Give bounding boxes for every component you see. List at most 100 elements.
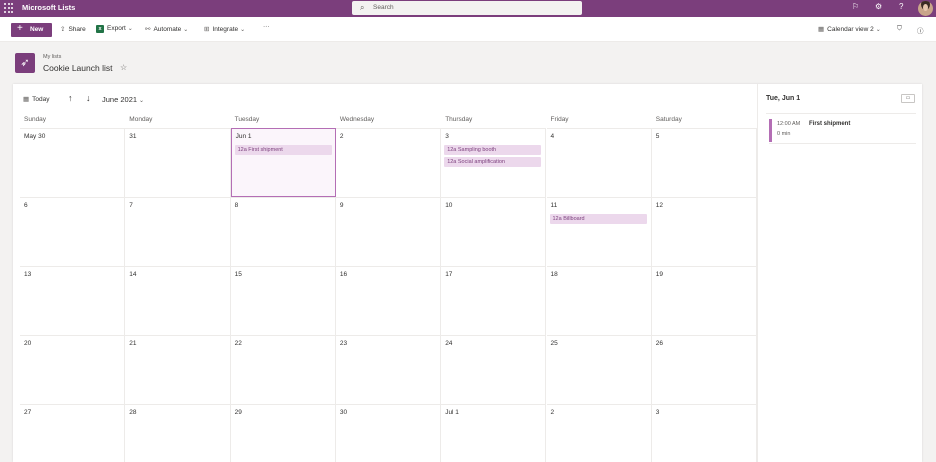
calendar-day-cell[interactable]: 11 12a Billboard <box>546 197 652 266</box>
day-number: 30 <box>339 409 348 416</box>
calendar-day-cell[interactable]: 9 <box>335 197 442 266</box>
export-button[interactable]: x Export ⌄ <box>96 25 133 33</box>
calendar-day-cell[interactable]: 16 <box>335 266 442 335</box>
app-name[interactable]: Microsoft Lists <box>22 3 75 12</box>
calendar-day-cell[interactable]: 10 <box>441 197 547 266</box>
calendar-day-cell[interactable]: 27 <box>20 404 126 462</box>
calendar-day-cell[interactable]: 28 <box>125 404 231 462</box>
weekday-header: Monday <box>125 114 230 128</box>
weekday-header: Sunday <box>20 114 125 128</box>
day-number: 28 <box>129 409 137 416</box>
settings-gear-icon[interactable]: ⚙ <box>875 2 882 11</box>
calendar-day-cell[interactable]: 13 <box>20 266 126 335</box>
integrate-button[interactable]: ⊞ Integrate ⌄ <box>204 25 245 33</box>
calendar-day-cell[interactable]: 31 <box>125 128 231 197</box>
calendar-day-cell[interactable]: 12 <box>651 197 758 266</box>
day-number: 2 <box>550 409 555 416</box>
new-button[interactable]: + New <box>11 23 52 37</box>
weekday-header: Wednesday <box>336 114 441 128</box>
weekday-label: Sunday <box>24 116 47 123</box>
calendar-day-cell[interactable]: 21 <box>125 335 231 404</box>
calendar-day-cell[interactable]: 18 <box>546 266 652 335</box>
day-number: 9 <box>339 202 344 209</box>
day-number: 4 <box>550 133 555 140</box>
share-button[interactable]: ⇪ Share <box>60 25 86 33</box>
day-number: 17 <box>445 271 453 278</box>
event-title: First shipment <box>809 121 851 127</box>
calendar-day-cell[interactable]: Jun 1 12a First shipment <box>230 128 336 197</box>
weekday-header: Tuesday <box>231 114 336 128</box>
calendar-day-cell[interactable]: 26 <box>651 335 758 404</box>
calendar-day-cell[interactable]: 2 <box>335 128 442 197</box>
day-number: 31 <box>129 133 137 140</box>
breadcrumb[interactable]: My lists <box>43 54 61 60</box>
calendar-day-cell[interactable]: 2 <box>546 404 652 462</box>
calendar-card: ▦ Today ↑ ↓ June 2021 ⌄ Sunday Monday Tuesda… <box>13 84 922 462</box>
calendar-day-cell[interactable]: 15 <box>230 266 336 335</box>
calendar-event[interactable]: 12a First shipment <box>234 145 332 155</box>
day-number: 23 <box>339 340 348 347</box>
calendar-day-cell[interactable]: 4 <box>546 128 652 197</box>
day-number: 3 <box>655 409 660 416</box>
weekday-label: Thursday <box>445 116 473 123</box>
more-button[interactable]: ··· <box>263 23 270 30</box>
favorite-star-icon[interactable]: ☆ <box>120 63 127 72</box>
calendar-day-cell[interactable]: 5 <box>651 128 758 197</box>
avatar[interactable] <box>918 1 933 16</box>
day-number: 8 <box>234 202 239 209</box>
day-number: 16 <box>339 271 348 278</box>
calendar-day-cell[interactable]: 22 <box>230 335 336 404</box>
search-box[interactable]: ⌕ Search <box>352 1 582 15</box>
calendar-day-cell[interactable]: 19 <box>651 266 758 335</box>
event-list-item[interactable]: 12:00 AM First shipment 0 min <box>769 117 916 144</box>
weekday-label: Saturday <box>655 116 682 123</box>
weekday-header: Saturday <box>652 114 757 128</box>
pane-date: Tue, Jun 1 <box>766 95 801 102</box>
calendar-day-cell[interactable]: May 30 <box>20 128 126 197</box>
view-selector[interactable]: ▦ Calendar view 2 ⌄ <box>818 25 881 33</box>
calendar-day-cell[interactable]: 7 <box>125 197 231 266</box>
calendar-day-cell[interactable]: 24 <box>441 335 547 404</box>
calendar-day-cell[interactable]: 25 <box>546 335 652 404</box>
chevron-down-icon: ⌄ <box>183 27 189 33</box>
card-view-icon[interactable]: ▭ <box>901 94 915 103</box>
event-duration: 0 min <box>777 131 791 137</box>
flag-icon[interactable]: ⚐ <box>852 2 859 11</box>
chevron-down-icon: ⌄ <box>127 26 133 32</box>
calendar-day-cell[interactable]: 3 12a Sampling booth 12a Social amplificat… <box>441 128 547 197</box>
calendar-day-cell[interactable]: 6 <box>20 197 126 266</box>
chevron-down-icon: ⌄ <box>875 27 881 33</box>
help-icon[interactable]: ? <box>899 2 903 11</box>
today-button[interactable]: ▦ Today <box>23 95 50 103</box>
search-placeholder: Search <box>373 4 394 11</box>
day-number: 7 <box>129 202 133 209</box>
integrate-icon: ⊞ <box>204 26 210 33</box>
calendar-day-cell[interactable]: 8 <box>230 197 336 266</box>
calendar-event[interactable]: 12a Sampling booth <box>444 145 542 155</box>
calendar-event[interactable]: 12a Billboard <box>549 214 647 224</box>
calendar-day-cell[interactable]: 23 <box>335 335 442 404</box>
automate-button[interactable]: ⚯ Automate ⌄ <box>145 25 188 33</box>
day-number: 6 <box>24 202 28 209</box>
calendar-day-cell[interactable]: 29 <box>230 404 336 462</box>
app-launcher-icon[interactable] <box>4 3 14 13</box>
month-selector[interactable]: June 2021 ⌄ <box>102 95 144 104</box>
previous-arrow-icon[interactable]: ↑ <box>68 93 73 103</box>
day-number: 25 <box>550 340 558 347</box>
event-time: 12:00 AM <box>777 121 801 127</box>
calendar-day-cell[interactable]: 17 <box>441 266 547 335</box>
calendar-day-cell[interactable]: 14 <box>125 266 231 335</box>
calendar-day-cell[interactable]: 30 <box>335 404 442 462</box>
day-number: 19 <box>655 271 664 278</box>
info-icon[interactable]: ⓘ <box>917 25 924 35</box>
calendar-day-cell[interactable]: 20 <box>20 335 126 404</box>
day-number: 11 <box>550 202 558 209</box>
automate-icon: ⚯ <box>145 26 151 33</box>
day-number: 13 <box>24 271 32 278</box>
calendar-day-cell[interactable]: 3 <box>651 404 758 462</box>
calendar-event[interactable]: 12a Social amplification <box>444 157 542 167</box>
filter-icon[interactable]: ⛉ <box>897 25 902 33</box>
next-arrow-icon[interactable]: ↓ <box>86 93 91 103</box>
day-number: 12 <box>655 202 664 209</box>
calendar-day-cell[interactable]: Jul 1 <box>441 404 547 462</box>
